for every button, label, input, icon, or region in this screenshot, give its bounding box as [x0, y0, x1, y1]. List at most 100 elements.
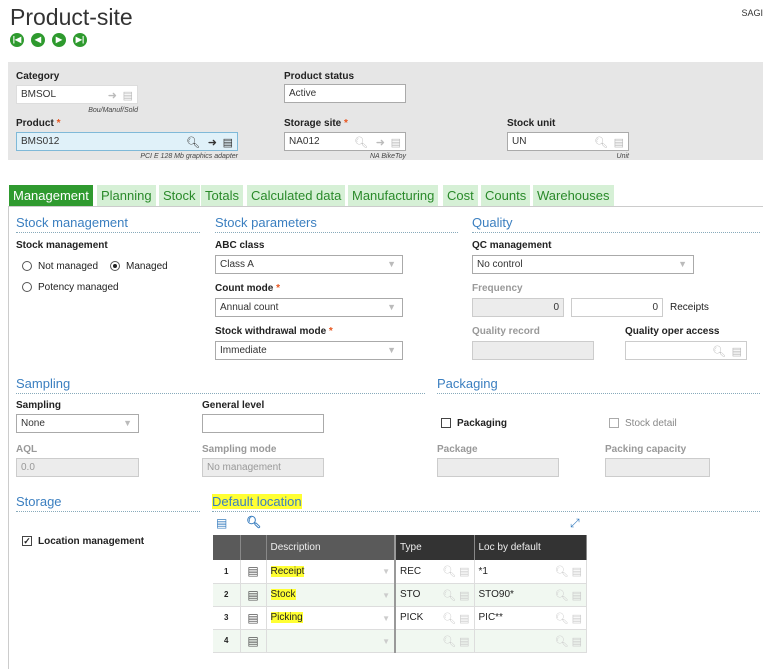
tab-cost[interactable]: Cost — [443, 185, 478, 206]
product-field[interactable]: BMS012 🔍︎ ➜ ▤ — [16, 132, 238, 151]
search-icon[interactable]: 🔍︎ ▤ — [442, 612, 469, 625]
required-marker: * — [328, 326, 333, 337]
tab-calculated-data[interactable]: Calculated data — [247, 185, 346, 206]
qc-management-value: No control — [477, 259, 523, 270]
stock-detail-label: Stock detail — [625, 418, 677, 429]
chevron-down-icon: ▼ — [387, 259, 396, 269]
frequency-field[interactable]: 0 — [472, 298, 564, 317]
radio-label: Potency managed — [38, 282, 119, 293]
type-cell[interactable]: REC 🔍︎ ▤ — [395, 560, 475, 584]
radio-managed[interactable]: Managed — [110, 261, 168, 272]
product-status-field[interactable]: Active — [284, 84, 406, 103]
general-level-field[interactable] — [202, 414, 324, 433]
loc-value: PIC** — [478, 612, 503, 623]
count-mode-select[interactable]: Annual count ▼ — [215, 298, 403, 317]
type-value: REC — [400, 565, 422, 577]
column-header-loc-by-default[interactable]: Loc by default — [474, 535, 587, 560]
row-detail-icon[interactable]: ▤ — [240, 560, 267, 584]
packaging-checkbox[interactable]: Packaging — [441, 418, 507, 429]
detail-icon[interactable]: ▤ — [216, 516, 227, 530]
storage-site-field[interactable]: NA012 🔍︎ ➜ ▤ — [284, 132, 406, 151]
goto-icon[interactable]: ➜ — [208, 135, 217, 152]
chevron-down-icon: ▼ — [382, 636, 390, 646]
type-cell[interactable]: STO 🔍︎ ▤ — [395, 583, 475, 607]
description-cell[interactable]: Stock ▼ — [266, 583, 396, 607]
search-icon[interactable]: 🔍︎ — [246, 515, 261, 529]
table-row[interactable]: 1 ▤ Receipt ▼ REC 🔍︎ ▤ *1 🔍︎ ▤ — [213, 560, 587, 584]
sampling-label: Sampling — [16, 400, 62, 411]
loc-cell[interactable]: 🔍︎ ▤ — [474, 629, 587, 653]
packaging-section-title: Packaging — [437, 376, 760, 394]
withdrawal-mode-select[interactable]: Immediate ▼ — [215, 341, 403, 360]
first-record-icon[interactable]: |◀ — [10, 33, 24, 47]
location-management-checkbox[interactable]: ✓ Location management — [22, 536, 144, 547]
detail-icon[interactable]: ▤ — [614, 135, 624, 152]
search-icon[interactable]: 🔍︎ — [354, 135, 368, 152]
frequency-receipts-field[interactable]: 0 — [571, 298, 663, 317]
table-row[interactable]: 4 ▤ ▼ 🔍︎ ▤ 🔍︎ ▤ — [213, 629, 587, 653]
last-record-icon[interactable]: ▶| — [73, 33, 87, 47]
table-row[interactable]: 2 ▤ Stock ▼ STO 🔍︎ ▤ STO90* 🔍︎ ▤ — [213, 583, 587, 607]
sampling-select[interactable]: None ▼ — [16, 414, 139, 433]
category-field[interactable]: BMSOL ➜ ▤ — [16, 85, 138, 104]
chevron-down-icon: ▼ — [387, 302, 396, 312]
detail-icon[interactable]: ▤ — [391, 135, 401, 152]
row-detail-icon[interactable]: ▤ — [240, 583, 267, 607]
detail-icon[interactable]: ▤ — [123, 88, 133, 105]
tab-manufacturing[interactable]: Manufacturing — [348, 185, 439, 206]
column-header-type[interactable]: Type — [395, 535, 475, 560]
product-label: Product * — [16, 118, 60, 129]
tab-stock[interactable]: Stock — [159, 185, 200, 206]
aql-label: AQL — [16, 444, 38, 455]
tab-counts[interactable]: Counts — [481, 185, 531, 206]
search-icon[interactable]: 🔍︎ ▤ — [442, 565, 469, 578]
search-icon[interactable]: 🔍︎ — [712, 344, 726, 361]
search-icon[interactable]: 🔍︎ — [594, 135, 608, 152]
radio-potency-managed[interactable]: Potency managed — [22, 282, 119, 293]
description-cell[interactable]: Receipt ▼ — [266, 560, 396, 584]
search-icon[interactable]: 🔍︎ — [186, 135, 200, 152]
radio-not-managed[interactable]: Not managed — [22, 261, 98, 272]
row-detail-icon[interactable]: ▤ — [240, 606, 267, 630]
type-value: PICK — [400, 612, 424, 623]
type-cell[interactable]: PICK 🔍︎ ▤ — [395, 606, 475, 630]
tab-management[interactable]: Management — [9, 185, 93, 206]
location-management-label: Location management — [38, 536, 145, 547]
search-icon[interactable]: 🔍︎ ▤ — [555, 589, 582, 602]
search-icon[interactable]: 🔍︎ ▤ — [442, 589, 469, 602]
count-mode-label: Count mode * — [215, 283, 280, 294]
search-icon[interactable]: 🔍︎ ▤ — [555, 565, 582, 578]
next-record-icon[interactable]: ▶ — [52, 33, 66, 47]
abc-class-select[interactable]: Class A ▼ — [215, 255, 403, 274]
packing-capacity-field — [605, 458, 710, 477]
loc-cell[interactable]: PIC** 🔍︎ ▤ — [474, 606, 587, 630]
detail-icon[interactable]: ▤ — [223, 135, 233, 152]
stock-unit-field[interactable]: UN 🔍︎ ▤ — [507, 132, 629, 151]
type-cell[interactable]: 🔍︎ ▤ — [395, 629, 475, 653]
loc-cell[interactable]: *1 🔍︎ ▤ — [474, 560, 587, 584]
description-value: Stock — [270, 589, 296, 600]
row-detail-icon[interactable]: ▤ — [240, 629, 267, 653]
description-cell[interactable]: ▼ — [266, 629, 396, 653]
table-row[interactable]: 3 ▤ Picking ▼ PICK 🔍︎ ▤ PIC** 🔍︎ ▤ — [213, 606, 587, 630]
package-field — [437, 458, 559, 477]
search-icon[interactable]: 🔍︎ ▤ — [442, 635, 469, 648]
detail-icon[interactable]: ▤ — [732, 344, 742, 361]
quality-oper-access-field[interactable]: 🔍︎ ▤ — [625, 341, 747, 360]
tab-warehouses[interactable]: Warehouses — [533, 185, 614, 206]
tab-totals[interactable]: Totals — [201, 185, 243, 206]
goto-icon[interactable]: ➜ — [108, 88, 117, 105]
expand-icon[interactable]: ⤢ — [570, 516, 580, 531]
qc-management-select[interactable]: No control ▼ — [472, 255, 694, 274]
storage-site-value: NA012 — [289, 136, 320, 147]
previous-record-icon[interactable]: ◀ — [31, 33, 45, 47]
tab-planning[interactable]: Planning — [97, 185, 156, 206]
loc-cell[interactable]: STO90* 🔍︎ ▤ — [474, 583, 587, 607]
count-mode-label-text: Count mode — [215, 283, 274, 294]
search-icon[interactable]: 🔍︎ ▤ — [555, 612, 582, 625]
search-icon[interactable]: 🔍︎ ▤ — [555, 635, 582, 648]
radio-label: Managed — [126, 261, 168, 272]
column-header-description[interactable]: Description — [266, 535, 396, 560]
description-cell[interactable]: Picking ▼ — [266, 606, 396, 630]
goto-icon[interactable]: ➜ — [376, 135, 385, 152]
